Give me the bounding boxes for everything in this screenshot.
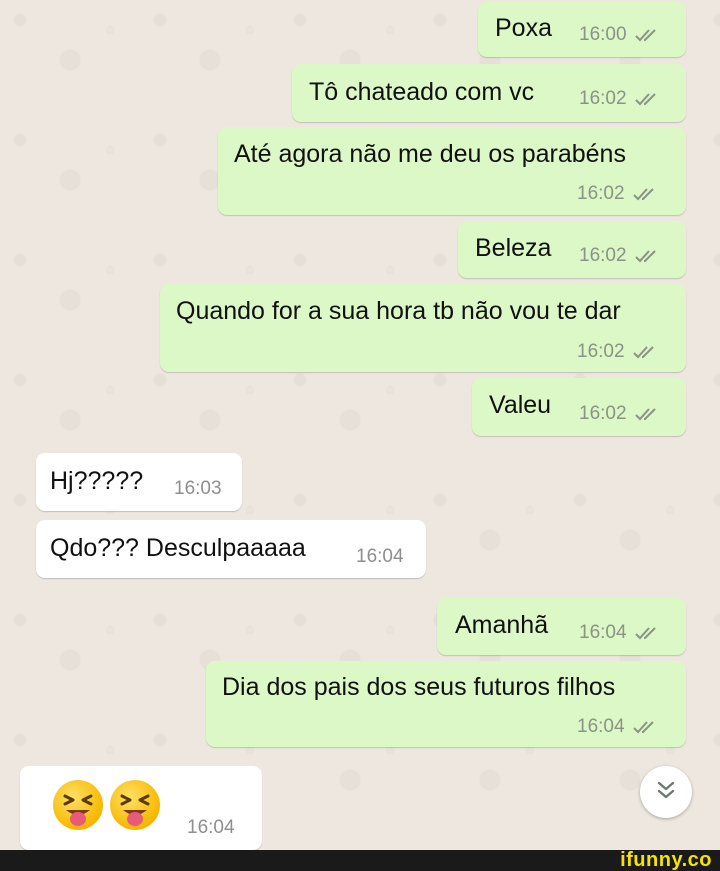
- message-meta: 16:02: [577, 341, 659, 363]
- message-text: Até agora não me deu os parabéns: [234, 140, 626, 168]
- message-bubble-outgoing[interactable]: Beleza 16:02: [458, 221, 686, 278]
- message-text: Qdo??? Desculpaaaaa: [50, 534, 306, 562]
- message-time: 16:03: [174, 478, 222, 499]
- message-meta: 16:04: [579, 622, 661, 644]
- message-meta: 16:02: [577, 183, 659, 205]
- message-text: Beleza: [475, 234, 552, 262]
- message-meta: 16:00: [579, 24, 661, 46]
- footer-bar: ifunny.co: [0, 850, 720, 871]
- message-time: 16:04: [187, 817, 235, 838]
- message-time: 16:02: [579, 403, 627, 424]
- squinting-face-with-tongue-emoji: [53, 780, 103, 830]
- message-bubble-incoming[interactable]: Hj????? 16:03: [36, 453, 242, 511]
- scroll-to-bottom-button[interactable]: [640, 766, 692, 818]
- squinting-face-with-tongue-emoji: [110, 780, 160, 830]
- message-bubble-outgoing[interactable]: Dia dos pais dos seus futuros filhos 16:…: [206, 661, 686, 747]
- message-time: 16:00: [579, 24, 627, 45]
- message-time: 16:02: [579, 245, 627, 266]
- double-chevron-down-icon: [655, 780, 677, 805]
- message-bubble-outgoing[interactable]: Tô chateado com vc 16:02: [292, 64, 686, 122]
- message-text: Tô chateado com vc: [309, 78, 535, 106]
- double-check-icon: [632, 187, 659, 201]
- double-check-icon: [634, 28, 661, 42]
- message-meta: 16:02: [579, 88, 661, 110]
- message-meta: 16:02: [579, 245, 661, 267]
- message-bubble-outgoing[interactable]: Amanhã 16:04: [437, 598, 686, 655]
- double-check-icon: [634, 92, 661, 106]
- double-check-icon: [632, 345, 659, 359]
- message-time: 16:02: [577, 183, 625, 204]
- message-time: 16:02: [577, 341, 625, 362]
- message-time: 16:04: [577, 716, 625, 737]
- message-bubble-outgoing[interactable]: Poxa 16:00: [478, 2, 686, 57]
- message-text: Poxa: [495, 14, 552, 42]
- message-text: Valeu: [489, 391, 552, 419]
- message-text: Quando for a sua hora tb não vou te dar: [176, 297, 621, 325]
- message-bubble-incoming[interactable]: Qdo??? Desculpaaaaa 16:04: [36, 520, 426, 578]
- message-text: Dia dos pais dos seus futuros filhos: [222, 673, 616, 701]
- double-check-icon: [634, 626, 661, 640]
- message-text: Amanhã: [455, 611, 549, 639]
- message-bubble-incoming[interactable]: 16:04: [20, 766, 262, 850]
- message-time: 16:02: [579, 88, 627, 109]
- double-check-icon: [634, 407, 661, 421]
- message-text: Hj?????: [50, 467, 144, 495]
- message-bubble-outgoing[interactable]: Até agora não me deu os parabéns 16:02: [218, 127, 686, 215]
- chat-area[interactable]: Poxa 16:00 Tô chateado com vc 16:02 Até …: [0, 0, 720, 850]
- message-bubble-outgoing[interactable]: Quando for a sua hora tb não vou te dar …: [160, 284, 686, 372]
- message-meta: 16:02: [579, 403, 661, 425]
- double-check-icon: [634, 249, 661, 263]
- message-meta: 16:04: [577, 716, 659, 738]
- double-check-icon: [632, 720, 659, 734]
- message-bubble-outgoing[interactable]: Valeu 16:02: [472, 378, 686, 436]
- brand-watermark: ifunny.co: [620, 849, 712, 871]
- message-time: 16:04: [579, 622, 627, 643]
- message-time: 16:04: [356, 546, 404, 567]
